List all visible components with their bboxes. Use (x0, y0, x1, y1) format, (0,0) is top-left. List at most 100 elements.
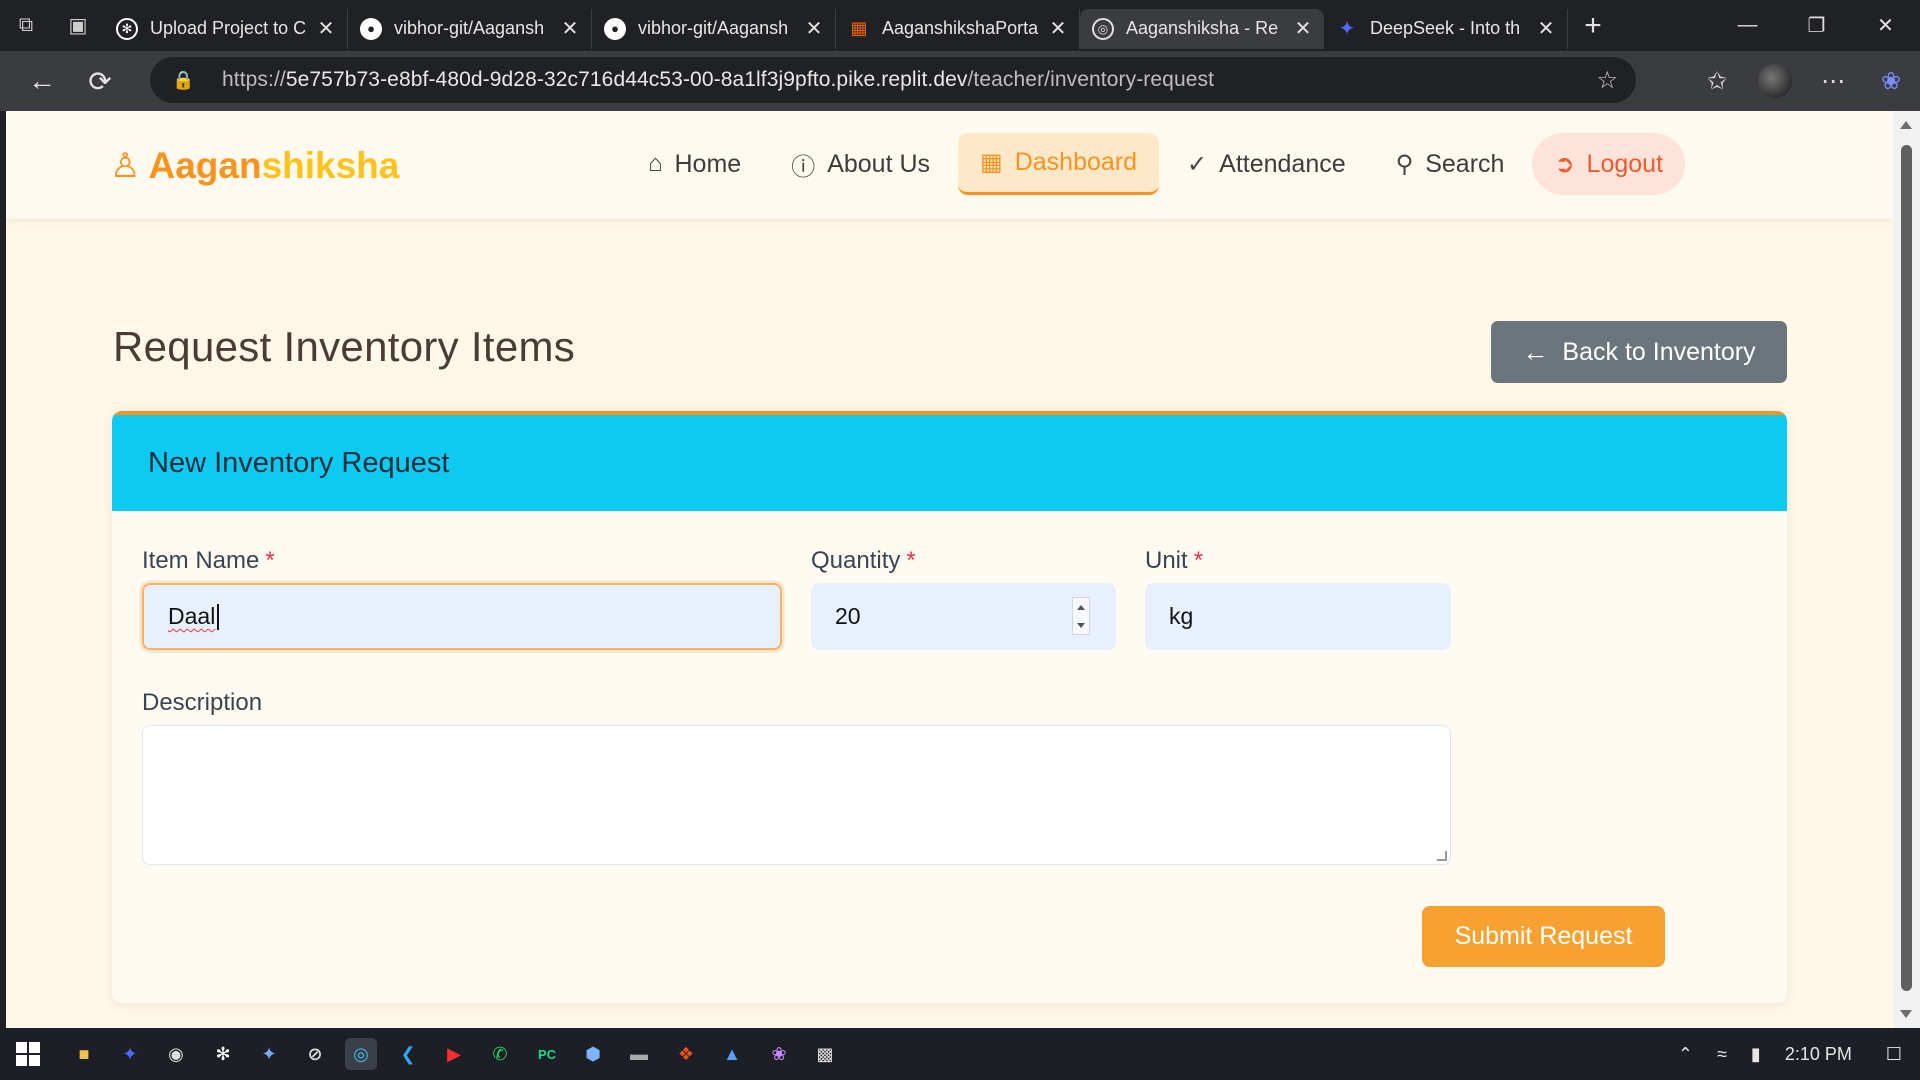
url-bar[interactable]: 🔒 https://5e757b73-e8bf-480d-9d28-32c716… (150, 57, 1636, 103)
resize-handle-icon[interactable] (1437, 851, 1447, 861)
restore-icon[interactable]: ❐ (1782, 0, 1851, 51)
gemini-icon[interactable]: ✦ (253, 1038, 285, 1070)
github-icon: ● (604, 17, 626, 40)
nav-dashboard-label: Dashboard (1014, 148, 1138, 176)
close-icon[interactable]: ✕ (1047, 16, 1069, 41)
browser-tab[interactable]: ✦ DeepSeek - Into th ✕ (1324, 8, 1568, 49)
nav-attendance[interactable]: ✓ Attendance (1165, 133, 1368, 195)
deepseek-app-icon[interactable]: ✦ (114, 1038, 146, 1070)
close-icon[interactable]: ✕ (803, 16, 825, 41)
whatsapp-icon[interactable]: ✆ (484, 1038, 516, 1070)
scrollbar-thumb[interactable] (1901, 145, 1912, 991)
close-icon[interactable]: ✕ (559, 16, 581, 41)
windows-start-icon[interactable] (12, 1038, 44, 1070)
quantity-value: 20 (835, 603, 861, 629)
description-textarea[interactable] (142, 725, 1451, 865)
item-name-value: Daal (168, 603, 216, 629)
app-icon[interactable]: ▲ (716, 1038, 748, 1070)
new-tab-button[interactable]: + (1568, 9, 1618, 43)
nav-logout-label: Logout (1586, 149, 1664, 178)
required-mark: * (906, 547, 916, 574)
refresh-icon[interactable]: ⟳ (72, 53, 128, 109)
vscode-icon[interactable]: ❮ (392, 1038, 424, 1070)
home-icon: ⌂ (648, 150, 663, 177)
chatgpt-app-icon[interactable]: ✻ (207, 1038, 239, 1070)
app-icon[interactable]: ⬢ (577, 1038, 609, 1070)
clock[interactable]: 2:10 PM (1785, 1044, 1852, 1065)
workspaces-icon[interactable]: ⧉ (0, 0, 52, 51)
quantity-stepper[interactable] (1072, 597, 1090, 635)
browser-tab[interactable]: ● vibhor-git/Aagansh ✕ (348, 8, 592, 49)
chevron-up-icon[interactable] (1077, 604, 1085, 610)
nav-home[interactable]: ⌂ Home (626, 133, 763, 195)
nav-dashboard[interactable]: ▦ Dashboard (958, 133, 1160, 195)
nav-home-label: Home (674, 149, 742, 178)
github-icon: ● (360, 17, 382, 40)
profile-avatar[interactable] (1746, 51, 1804, 111)
logo-text-part1: Aagan (148, 145, 262, 186)
file-explorer-icon[interactable]: ■ (68, 1038, 100, 1070)
youtube-icon[interactable]: ▶ (438, 1038, 470, 1070)
browser-tab[interactable]: ● vibhor-git/Aagansh ✕ (592, 8, 836, 49)
chevron-down-icon[interactable] (1077, 622, 1085, 628)
nav-search[interactable]: ⚲ Search (1374, 133, 1527, 195)
minimize-icon[interactable]: — (1713, 0, 1782, 51)
search-icon: ⚲ (1395, 150, 1414, 178)
page-scrollbar[interactable] (1893, 111, 1920, 1028)
copilot-icon[interactable]: ❀ (1862, 51, 1920, 111)
back-to-inventory-button[interactable]: ← Back to Inventory (1491, 321, 1787, 383)
scroll-up-icon[interactable] (1900, 121, 1912, 129)
address-bar-row: ← ⟳ 🔒 https://5e757b73-e8bf-480d-9d28-32… (0, 51, 1920, 111)
dashboard-icon: ▦ (980, 149, 1003, 176)
site-navbar: ♙ Aagan shiksha ⌂ Home ⓘ About Us ▦ Dashb… (6, 111, 1893, 219)
browser-tab-active[interactable]: ◎ Aaganshiksha - Re ✕ (1080, 8, 1324, 49)
favorite-star-icon[interactable]: ☆ (1596, 66, 1618, 95)
site-logo[interactable]: ♙ Aagan shiksha (110, 145, 399, 187)
app-icon[interactable]: ⊘ (299, 1038, 331, 1070)
tab-actions-icon[interactable]: ▣ (52, 0, 104, 51)
scroll-down-icon[interactable] (1900, 1010, 1912, 1018)
more-options-icon[interactable]: ⋯ (1804, 51, 1862, 111)
figma-icon[interactable]: ❖ (670, 1038, 702, 1070)
replit-icon: ▦ (850, 18, 868, 38)
lock-icon[interactable]: 🔒 (172, 70, 196, 91)
edge-browser-icon[interactable]: ◎ (345, 1038, 377, 1070)
close-icon[interactable]: ✕ (1535, 16, 1557, 41)
notifications-icon[interactable]: ☐ (1886, 1044, 1902, 1065)
close-icon[interactable]: ✕ (1292, 16, 1314, 41)
browser-tab[interactable]: ▦ AaganshikshaPorta ✕ (836, 8, 1080, 49)
window-controls: — ❐ ✕ (1713, 0, 1920, 51)
app-icon[interactable]: ◉ (160, 1038, 192, 1070)
page-title: Request Inventory Items (113, 323, 576, 370)
required-mark: * (1193, 547, 1204, 574)
favorites-icon[interactable]: ✩ (1688, 51, 1746, 111)
back-arrow-icon[interactable]: ← (14, 53, 70, 109)
globe-icon: ◎ (1092, 17, 1114, 40)
url-text[interactable]: https://5e757b73-e8bf-480d-9d28-32c716d4… (222, 68, 1214, 92)
close-icon[interactable]: ✕ (315, 16, 337, 41)
logout-icon: ➲ (1554, 150, 1575, 178)
logout-button[interactable]: ➲ Logout (1532, 133, 1686, 195)
unit-input[interactable]: kg (1145, 583, 1451, 650)
item-name-input[interactable]: Daal (142, 583, 782, 650)
tab-title: Aaganshiksha - Re (1126, 18, 1279, 38)
nav-search-label: Search (1425, 149, 1505, 178)
chatgpt-icon: ✻ (116, 17, 138, 40)
wifi-icon[interactable]: ≈ (1717, 1044, 1727, 1065)
app-icon[interactable]: ▬ (623, 1038, 655, 1070)
submit-request-button[interactable]: Submit Request (1422, 906, 1665, 967)
tab-title: AaganshikshaPorta (882, 18, 1039, 38)
description-label: Description (142, 689, 263, 716)
item-name-label: Item Name * (142, 547, 275, 575)
battery-icon[interactable]: ▮ (1751, 1044, 1761, 1065)
nav-about[interactable]: ⓘ About Us (769, 133, 952, 195)
pycharm-icon[interactable]: PC (531, 1038, 563, 1070)
close-window-icon[interactable]: ✕ (1851, 0, 1920, 51)
terminal-icon[interactable]: ▩ (809, 1038, 841, 1070)
chevron-up-icon[interactable]: ⌃ (1678, 1044, 1693, 1065)
browser-tab[interactable]: ✻ Upload Project to C ✕ (104, 8, 348, 49)
copilot-app-icon[interactable]: ❀ (763, 1038, 795, 1070)
quantity-input[interactable]: 20 (811, 583, 1116, 650)
required-mark: * (265, 547, 275, 574)
card-header: New Inventory Request (112, 415, 1787, 511)
